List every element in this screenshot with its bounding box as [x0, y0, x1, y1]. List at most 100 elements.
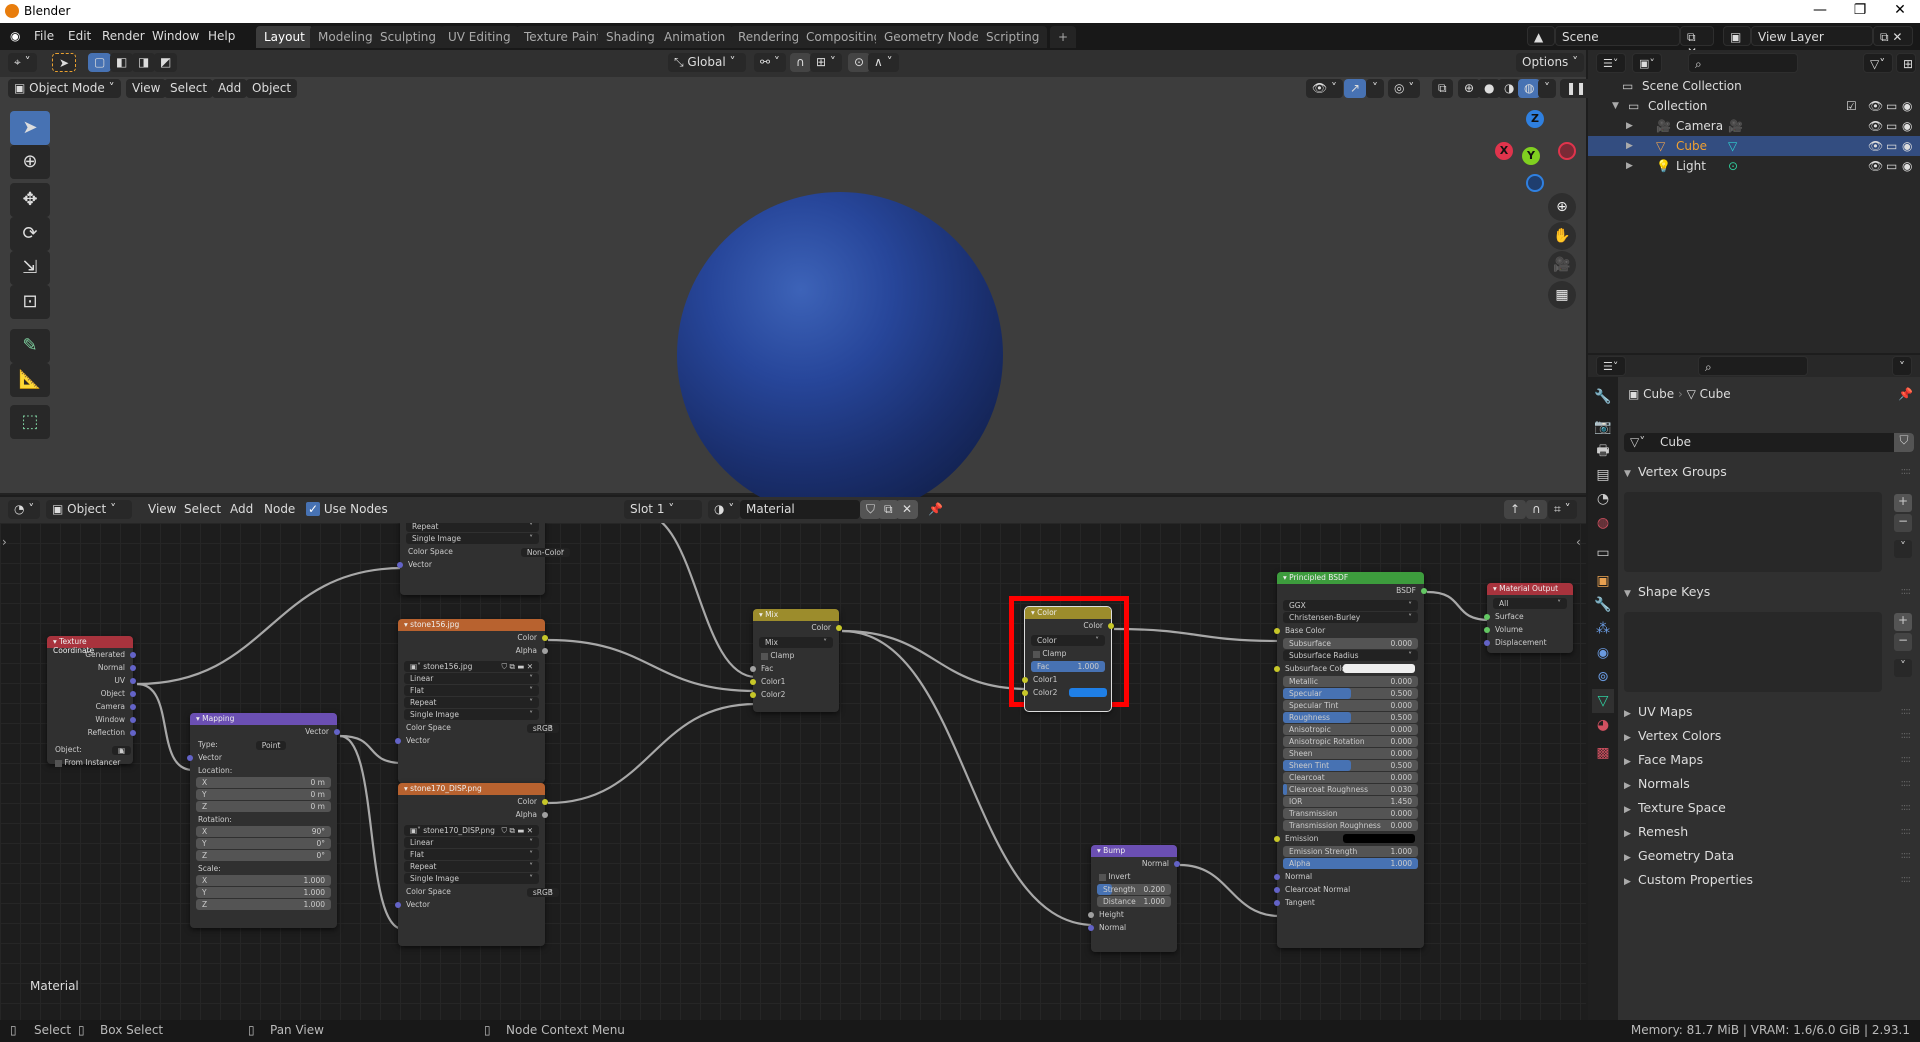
- fac-slider[interactable]: Fac 1.000: [1031, 661, 1105, 672]
- scale-tool-icon[interactable]: ⇲: [10, 251, 50, 285]
- camera-view-icon[interactable]: 🎥: [1548, 251, 1576, 279]
- viewport-menu-add[interactable]: Add: [212, 79, 248, 98]
- location-z-field[interactable]: Z0 m: [196, 801, 331, 812]
- outliner-item-cube[interactable]: ▶ ▽ Cube 👁 ▭ ◉ ▽: [1588, 136, 1920, 156]
- alpha-slider[interactable]: Alpha 1.000: [1283, 858, 1418, 869]
- socket[interactable]: [1484, 626, 1490, 633]
- socket[interactable]: [395, 737, 401, 744]
- socket[interactable]: [130, 729, 136, 736]
- node-principled-bsdf[interactable]: ▾ Principled BSDF BSDF GGX ˅ Christensen-…: [1274, 572, 1427, 948]
- color-space-dropdown[interactable]: sRGB ˅: [526, 724, 559, 734]
- expand-arrow-icon[interactable]: ▶: [1626, 116, 1633, 136]
- socket[interactable]: [1274, 899, 1280, 906]
- anisotropic-slider[interactable]: Anisotropic 0.000: [1283, 724, 1418, 735]
- socket[interactable]: [750, 691, 756, 698]
- slot-dropdown[interactable]: Slot 1 ˅: [624, 500, 702, 519]
- remove-vertex-group-button[interactable]: −: [1894, 514, 1912, 532]
- outliner-item-collection[interactable]: ▼ ▭ Collection ☑ 👁 ▭ ◉: [1588, 96, 1920, 116]
- transform-tool-icon[interactable]: ⊡: [10, 285, 50, 319]
- panel-vertex-colors[interactable]: ▶ Vertex Colors::::: [1624, 725, 1914, 747]
- expand-arrow-icon[interactable]: ▶: [1626, 156, 1633, 176]
- menu-help[interactable]: Help: [208, 29, 235, 43]
- properties-options-icon[interactable]: ˅: [1892, 356, 1912, 376]
- emission-swatch[interactable]: [1343, 834, 1415, 843]
- workspace-tab-scripting[interactable]: Scripting: [978, 26, 1048, 48]
- 3d-viewport[interactable]: [0, 77, 1586, 518]
- pin-icon[interactable]: 📌: [1898, 387, 1913, 401]
- gizmo-neg-x-axis[interactable]: [1558, 142, 1576, 160]
- constraints-tab-icon[interactable]: ⊚: [1592, 665, 1614, 689]
- physics-tab-icon[interactable]: ◉: [1592, 641, 1614, 665]
- node-menu-add[interactable]: Add: [224, 500, 259, 519]
- shading-dropdown-icon[interactable]: ˅: [1538, 79, 1556, 98]
- scene-selector-icon[interactable]: ▲: [1527, 26, 1555, 46]
- socket[interactable]: [1274, 873, 1280, 880]
- socket[interactable]: [750, 665, 756, 672]
- socket[interactable]: [130, 703, 136, 710]
- view-layer-tab-icon[interactable]: ▤: [1592, 463, 1614, 487]
- link-top-image-to-mix-fac[interactable]: [640, 523, 757, 679]
- shape-key-specials-button[interactable]: ˅: [1894, 659, 1912, 677]
- socket[interactable]: [1274, 627, 1280, 634]
- node-mix-color[interactable]: ▾ Color Color Color ˅ Clamp Fac 1.000 Colo…: [1022, 606, 1114, 712]
- pivot-point-icon[interactable]: ⚯ ˅: [754, 53, 786, 72]
- socket[interactable]: [130, 716, 136, 723]
- viewport-menu-select[interactable]: Select: [164, 79, 214, 98]
- from-instancer-checkbox[interactable]: From Instancer: [47, 756, 133, 769]
- invert-checkbox[interactable]: Invert: [1091, 870, 1177, 883]
- extension-dropdown[interactable]: Repeat ˅: [404, 861, 539, 872]
- workspace-tab-modeling[interactable]: Modeling: [310, 26, 381, 48]
- source-dropdown[interactable]: Single Image ˅: [406, 533, 539, 544]
- socket[interactable]: [1274, 886, 1280, 893]
- gizmo-toggle-icon[interactable]: ↗: [1344, 79, 1367, 98]
- extension-dropdown[interactable]: Repeat ˅: [406, 523, 539, 532]
- display-mode-icon[interactable]: ▣˅: [1632, 53, 1662, 73]
- clearcoat-slider[interactable]: Clearcoat 0.000: [1283, 772, 1418, 783]
- link-mapping-to-img1[interactable]: [339, 734, 404, 765]
- mesh-datablock-field[interactable]: ▽˅ Cube ⛉: [1624, 433, 1914, 452]
- exclude-checkbox[interactable]: ☑: [1846, 96, 1857, 116]
- link-img2-to-mix-color2[interactable]: [547, 702, 757, 805]
- link-mix-to-colormix-color1[interactable]: [841, 629, 1029, 691]
- link-tc-object-to-mapping[interactable]: [136, 682, 194, 772]
- outliner-item-light[interactable]: ▶ 💡 Light 👁 ▭ ◉ ⊙: [1588, 156, 1920, 176]
- scale-y-field[interactable]: Y 1.000: [196, 887, 331, 898]
- tool-tab-icon[interactable]: 🔧: [1592, 385, 1614, 409]
- link-img1-to-mix-color1[interactable]: [547, 638, 757, 693]
- select-box-tool-icon[interactable]: ➤: [10, 111, 50, 145]
- anisotropic-rotation-slider[interactable]: Anisotropic Rotation 0.000: [1283, 736, 1418, 747]
- select-mode-extend-icon[interactable]: ◧: [110, 53, 134, 72]
- modifier-tab-icon[interactable]: 🔧: [1592, 593, 1614, 617]
- image-selector[interactable]: ▣˅ stone156.jpg ⛉ ⧉ ▬ ✕: [404, 661, 539, 672]
- metallic-slider[interactable]: Metallic 0.000: [1283, 676, 1418, 687]
- cube-data-icon[interactable]: ▽: [1728, 136, 1737, 156]
- outliner-item-scene-collection[interactable]: ▭ Scene Collection: [1588, 76, 1920, 96]
- checkbox[interactable]: [761, 652, 768, 660]
- new-collection-icon[interactable]: ⊞: [1896, 53, 1916, 73]
- location-y-field[interactable]: Y0 m: [196, 789, 331, 800]
- xray-icon[interactable]: ⧉: [1432, 79, 1453, 98]
- subsurface-method-dropdown[interactable]: Christensen-Burley ˅: [1283, 612, 1418, 623]
- node-material-output[interactable]: ▾ Material Output All ˅ Surface Volume Di…: [1484, 583, 1573, 653]
- scale-z-field[interactable]: Z 1.000: [196, 899, 331, 910]
- node-header[interactable]: ▾ Mix: [753, 609, 839, 621]
- scene-name-field[interactable]: Scene: [1555, 26, 1680, 46]
- viewport-menu-object[interactable]: Object: [246, 79, 298, 98]
- mode-dropdown[interactable]: ▣ Object Mode ˅: [8, 79, 121, 98]
- viewport-disable-icon[interactable]: ▭: [1886, 116, 1897, 136]
- properties-search-input[interactable]: ⌕: [1698, 356, 1808, 376]
- node-menu-view[interactable]: View: [142, 500, 182, 519]
- options-dropdown[interactable]: Options ˅: [1516, 53, 1585, 72]
- parent-tree-icon[interactable]: ↑: [1504, 500, 1527, 519]
- minimize-button[interactable]: —: [1800, 2, 1840, 18]
- panel-normals[interactable]: ▶ Normals::::: [1624, 773, 1914, 795]
- material-browse-icon[interactable]: ◑ ˅: [708, 500, 741, 519]
- wireframe-shading-icon[interactable]: ⊕: [1458, 79, 1481, 98]
- node-header[interactable]: ▾ Color: [1025, 607, 1111, 619]
- ior-slider[interactable]: IOR 1.450: [1283, 796, 1418, 807]
- color-space-dropdown[interactable]: sRGB ˅: [526, 888, 559, 898]
- viewport-disable-icon[interactable]: ▭: [1886, 156, 1897, 176]
- render-disable-icon[interactable]: ◉: [1902, 156, 1912, 176]
- specular-slider[interactable]: Specular 0.500: [1283, 688, 1418, 699]
- output-tab-icon[interactable]: 🖶: [1592, 439, 1614, 463]
